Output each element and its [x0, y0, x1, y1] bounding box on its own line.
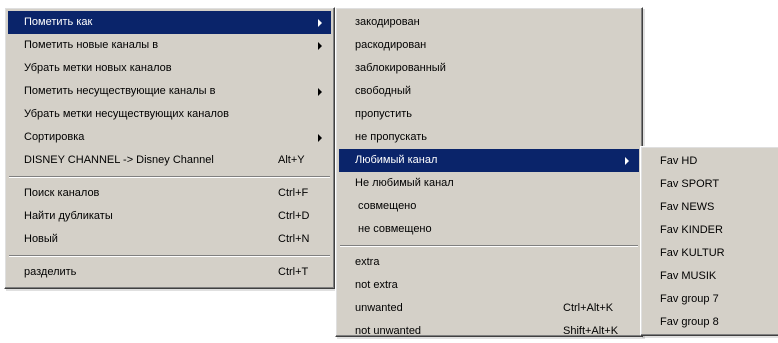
- menu-item-rename-disney[interactable]: DISNEY CHANNEL -> Disney Channel Alt+Y: [8, 149, 331, 172]
- menu-item-shortcut: Ctrl+D: [278, 210, 310, 222]
- menu-item-label: Fav group 7: [660, 293, 719, 305]
- menu-item-label: раскодирован: [355, 39, 427, 51]
- menu-item-shortcut: Ctrl+N: [278, 233, 310, 245]
- menu-item-label: пропустить: [355, 108, 412, 120]
- menu-item-free[interactable]: свободный: [339, 80, 639, 103]
- menu-item-label: Убрать метки новых каналов: [24, 62, 172, 74]
- menu-item-label: закодирован: [355, 16, 420, 28]
- menu-item-label: заблокированный: [355, 62, 446, 74]
- submenu-arrow-icon: [318, 42, 322, 50]
- menu-item-label: not unwanted: [355, 325, 422, 337]
- menu-item-decoded[interactable]: раскодирован: [339, 34, 639, 57]
- menu-item-fav-kultur[interactable]: Fav KULTUR: [644, 242, 776, 265]
- menu-item-label: extra: [355, 256, 380, 268]
- menu-item-extra[interactable]: extra: [339, 251, 639, 274]
- menu-item-split[interactable]: разделить Ctrl+T: [8, 261, 331, 284]
- menu-separator: [339, 241, 639, 251]
- menu-item-locked[interactable]: заблокированный: [339, 57, 639, 80]
- menu-item-fav-group-7[interactable]: Fav group 7: [644, 288, 776, 311]
- submenu-arrow-icon: [318, 88, 322, 96]
- menu-item-label: Поиск каналов: [24, 187, 100, 199]
- menu-item-skip[interactable]: пропустить: [339, 103, 639, 126]
- menu-item-label: Fav MUSIK: [660, 270, 717, 282]
- menu-item-label: Пометить как: [24, 16, 93, 28]
- menu-item-combined[interactable]: совмещено: [339, 195, 639, 218]
- menu-item-not-extra[interactable]: not extra: [339, 274, 639, 297]
- menu-item-label: разделить: [24, 266, 77, 278]
- menu-item-favorite-channel[interactable]: Любимый канал: [339, 149, 639, 172]
- menu-item-shortcut: Shift+Alt+K: [563, 325, 619, 337]
- menu-item-sort[interactable]: Сортировка: [8, 126, 331, 149]
- menu-item-mark-as[interactable]: Пометить как: [8, 11, 331, 34]
- favorites-submenu: Fav HD Fav SPORT Fav NEWS Fav KINDER Fav…: [640, 146, 778, 336]
- menu-item-label: Fav NEWS: [660, 201, 715, 213]
- menu-item-unwanted[interactable]: unwanted Ctrl+Alt+K: [339, 297, 639, 320]
- menu-item-find-duplicates[interactable]: Найти дубликаты Ctrl+D: [8, 205, 331, 228]
- menu-item-fav-hd[interactable]: Fav HD: [644, 150, 776, 173]
- menu-item-label: Сортировка: [24, 131, 85, 143]
- menu-item-fav-kinder[interactable]: Fav KINDER: [644, 219, 776, 242]
- menu-item-fav-news[interactable]: Fav NEWS: [644, 196, 776, 219]
- menu-item-encoded[interactable]: закодирован: [339, 11, 639, 34]
- submenu-arrow-icon: [318, 19, 322, 27]
- menu-item-label: Любимый канал: [355, 154, 438, 166]
- menu-item-label: DISNEY CHANNEL -> Disney Channel: [24, 154, 214, 166]
- menu-item-label: Пометить несуществующие каналы в: [24, 85, 216, 97]
- menu-item-unmark-missing-channels[interactable]: Убрать метки несуществующих каналов: [8, 103, 331, 126]
- menu-item-label: Fav KINDER: [660, 224, 723, 236]
- menu-item-mark-new-channels[interactable]: Пометить новые каналы в: [8, 34, 331, 57]
- menu-item-shortcut: Ctrl+T: [278, 266, 309, 278]
- menu-item-mark-missing-channels[interactable]: Пометить несуществующие каналы в: [8, 80, 331, 103]
- menu-item-label: unwanted: [355, 302, 403, 314]
- menu-item-label: свободный: [355, 85, 412, 97]
- mark-as-submenu: закодирован раскодирован заблокированный…: [335, 7, 643, 337]
- menu-item-not-unwanted[interactable]: not unwanted Shift+Alt+K: [339, 320, 639, 343]
- menu-item-dont-skip[interactable]: не пропускать: [339, 126, 639, 149]
- menu-item-not-combined[interactable]: не совмещено: [339, 218, 639, 241]
- menu-item-label: not extra: [355, 279, 398, 291]
- menu-item-label: Fav HD: [660, 155, 698, 167]
- menu-item-label: Не любимый канал: [355, 177, 454, 189]
- menu-item-shortcut: Alt+Y: [278, 154, 305, 166]
- menu-item-unmark-new-channels[interactable]: Убрать метки новых каналов: [8, 57, 331, 80]
- menu-item-new[interactable]: Новый Ctrl+N: [8, 228, 331, 251]
- menu-separator: [8, 172, 331, 182]
- menu-item-find-channels[interactable]: Поиск каналов Ctrl+F: [8, 182, 331, 205]
- menu-item-label: совмещено: [358, 200, 417, 212]
- submenu-arrow-icon: [318, 134, 322, 142]
- menu-item-shortcut: Ctrl+F: [278, 187, 309, 199]
- menu-item-label: Fav group 8: [660, 316, 719, 328]
- menu-item-label: не пропускать: [355, 131, 427, 143]
- menu-separator: [8, 251, 331, 261]
- menu-item-not-favorite-channel[interactable]: Не любимый канал: [339, 172, 639, 195]
- menu-item-label: не совмещено: [358, 223, 432, 235]
- context-menu: Пометить как Пометить новые каналы в Убр…: [4, 7, 335, 289]
- menu-item-fav-musik[interactable]: Fav MUSIK: [644, 265, 776, 288]
- menu-item-label: Новый: [24, 233, 58, 245]
- menu-item-label: Пометить новые каналы в: [24, 39, 159, 51]
- menu-item-label: Fav KULTUR: [660, 247, 725, 259]
- submenu-arrow-icon: [625, 157, 629, 165]
- menu-item-label: Fav SPORT: [660, 178, 720, 190]
- menu-item-shortcut: Ctrl+Alt+K: [563, 302, 614, 314]
- menu-item-fav-sport[interactable]: Fav SPORT: [644, 173, 776, 196]
- menu-item-label: Найти дубликаты: [24, 210, 113, 222]
- menu-item-label: Убрать метки несуществующих каналов: [24, 108, 229, 120]
- menu-item-fav-group-8[interactable]: Fav group 8: [644, 311, 776, 334]
